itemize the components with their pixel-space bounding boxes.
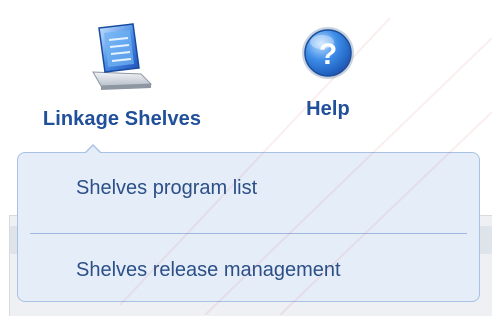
linkage-shelves-icon bbox=[92, 23, 153, 90]
help-icon: ? bbox=[302, 27, 354, 79]
menu-item-label: Shelves release management bbox=[76, 259, 341, 281]
menu-item-label: Shelves program list bbox=[76, 177, 258, 199]
toolbar: Linkage Shelves ? Help bbox=[0, 0, 492, 150]
linkage-shelves-button[interactable]: Linkage Shelves bbox=[10, 22, 234, 131]
shelves-dropdown-menu: Shelves program list Shelves release man… bbox=[17, 152, 480, 302]
help-label: Help bbox=[306, 98, 350, 120]
linkage-shelves-label: Linkage Shelves bbox=[42, 108, 202, 130]
menu-item-shelves-release-management[interactable]: Shelves release management bbox=[18, 259, 479, 282]
help-button[interactable]: ? Help bbox=[280, 22, 376, 121]
svg-text:?: ? bbox=[319, 38, 337, 71]
popup-pointer-fill bbox=[85, 146, 101, 154]
menu-item-shelves-program-list[interactable]: Shelves program list bbox=[18, 177, 479, 200]
menu-divider bbox=[30, 233, 467, 234]
